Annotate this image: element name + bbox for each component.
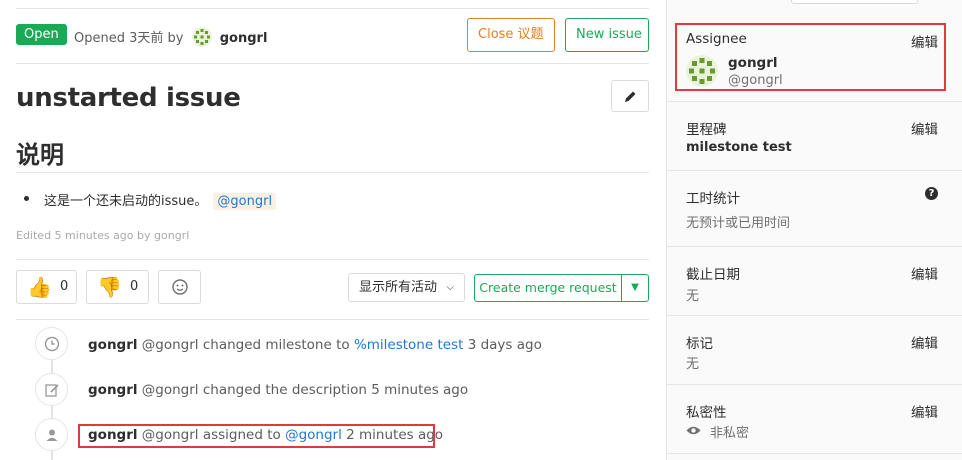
divider	[666, 170, 962, 171]
edit-confidentiality-link[interactable]: 编辑	[911, 401, 938, 421]
create-merge-request-button[interactable]: Create merge request	[474, 274, 622, 302]
divider	[666, 453, 962, 454]
timeline-note: gongrl @gongrl changed the description 5…	[88, 382, 468, 398]
due-date-title: 截止日期	[686, 267, 740, 283]
divider	[16, 259, 649, 260]
highlight-box	[78, 424, 435, 448]
thumbs-down-count: 0	[130, 279, 139, 294]
edit-title-button[interactable]	[611, 80, 649, 112]
milestone-title: 里程碑	[686, 122, 727, 138]
divider	[16, 319, 649, 320]
note-author[interactable]: gongrl	[88, 382, 138, 398]
opened-meta: Opened 3天前 by gongrl	[74, 27, 267, 47]
thumbs-up-icon: 👍	[27, 275, 52, 299]
time-tracking-block: 工时统计 ? 无预计或已用时间	[686, 187, 938, 231]
author-name[interactable]: gongrl	[220, 31, 268, 46]
thumbs-up-count: 0	[60, 279, 69, 294]
divider	[666, 384, 962, 385]
divider	[666, 101, 962, 102]
note-text: @gongrl changed the description	[141, 382, 367, 398]
divider	[16, 63, 649, 64]
due-date-value: 无	[686, 289, 700, 304]
thumbs-up-award-button[interactable]: 👍 0	[16, 270, 77, 304]
issue-page: Open Opened 3天前 by gongrl Close 议题 New i…	[0, 0, 962, 460]
add-reaction-button[interactable]	[158, 270, 201, 304]
issue-header: Open Opened 3天前 by gongrl Close 议题 New i…	[16, 18, 649, 54]
caret-down-icon: ▼	[631, 282, 639, 293]
divider	[666, 246, 962, 247]
description-heading: 说明	[16, 141, 64, 169]
labels-title: 标记	[686, 336, 713, 352]
chevron-down-icon: ⌵	[446, 282, 454, 293]
time-tracking-title: 工时统计	[686, 191, 740, 207]
opened-prefix: Opened 3天前 by	[74, 31, 184, 46]
activity-filter-dropdown[interactable]: 显示所有活动 ⌵	[348, 273, 465, 302]
pencil-square-icon	[45, 384, 59, 397]
highlight-box	[675, 23, 946, 91]
edit-due-date-link[interactable]: 编辑	[911, 263, 938, 283]
divider	[16, 8, 649, 9]
edit-labels-link[interactable]: 编辑	[911, 332, 938, 352]
timeline-note: gongrl @gongrl changed milestone to %mil…	[88, 337, 542, 353]
note-author[interactable]: gongrl	[88, 337, 138, 353]
status-badge: Open	[16, 24, 67, 45]
thumbs-down-award-button[interactable]: 👎 0	[86, 270, 149, 304]
sidebar-top-button[interactable]	[791, 0, 918, 4]
timeline-badge	[35, 373, 68, 406]
labels-block: 标记 编辑 无	[686, 332, 938, 372]
milestone-block: 里程碑 编辑 milestone test	[686, 118, 938, 158]
divider	[16, 172, 649, 173]
description-list-item: 这是一个还未启动的issue。 @gongrl	[24, 190, 277, 210]
timeline-badge	[35, 418, 68, 451]
milestone-value[interactable]: milestone test	[686, 140, 792, 155]
confidentiality-block: 私密性 编辑 非私密	[686, 401, 938, 441]
note-time: 3 days ago	[467, 337, 542, 353]
description-text: 这是一个还未启动的issue。	[44, 194, 208, 209]
issue-title: unstarted issue	[16, 83, 241, 113]
help-icon[interactable]: ?	[925, 187, 938, 200]
confidentiality-value: 非私密	[710, 426, 750, 441]
user-mention-link[interactable]: @gongrl	[213, 193, 277, 210]
note-time: 5 minutes ago	[371, 382, 469, 398]
milestone-link[interactable]: %milestone test	[354, 337, 463, 353]
issue-main: Open Opened 3天前 by gongrl Close 议题 New i…	[0, 0, 666, 460]
close-issue-button[interactable]: Close 议题	[467, 18, 555, 52]
user-icon	[46, 429, 58, 441]
confidentiality-title: 私密性	[686, 405, 727, 421]
eye-icon	[686, 426, 701, 435]
clock-icon	[44, 336, 60, 352]
due-date-block: 截止日期 编辑 无	[686, 263, 938, 304]
note-text: @gongrl changed milestone to	[141, 337, 350, 353]
activity-filter-label: 显示所有活动	[359, 280, 438, 295]
timeline-badge	[35, 327, 68, 360]
pencil-icon	[625, 91, 636, 102]
edit-milestone-link[interactable]: 编辑	[911, 118, 938, 138]
merge-request-options-toggle[interactable]: ▼	[621, 274, 649, 302]
bullet-icon	[24, 196, 29, 201]
time-tracking-value: 无预计或已用时间	[686, 216, 791, 231]
labels-value: 无	[686, 357, 700, 372]
thumbs-down-icon: 👎	[97, 275, 122, 299]
author-avatar[interactable]	[191, 27, 212, 47]
smiley-icon	[172, 279, 188, 295]
edited-meta: Edited 5 minutes ago by gongrl	[16, 229, 190, 242]
divider	[666, 315, 962, 316]
new-issue-button[interactable]: New issue	[565, 18, 649, 52]
